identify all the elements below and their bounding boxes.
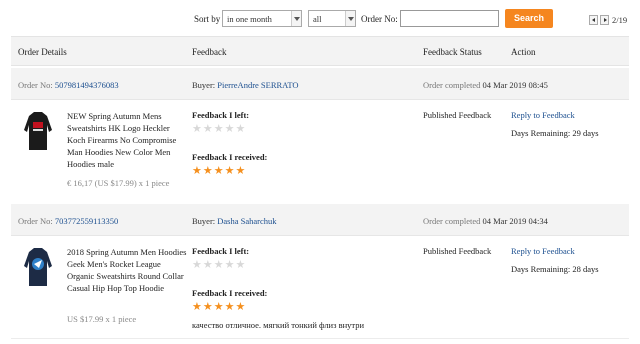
order-no-input[interactable] [400,10,499,27]
order-number-link[interactable]: 703772559113350 [55,216,118,226]
feedback-left-label: Feedback I left: [192,246,250,256]
column-header-feedback: Feedback [192,47,227,57]
chevron-down-icon [291,11,301,26]
chevron-down-icon [345,11,355,26]
feedback-received-label: Feedback I received: [192,152,268,162]
reply-to-feedback-link[interactable]: Reply to Feedback [511,110,575,120]
type-select[interactable]: all [308,10,356,27]
buyer-label: Buyer: [192,216,216,226]
days-remaining: Days Remaining: 29 days [511,128,599,138]
column-header-feedback-status: Feedback Status [423,47,482,57]
buyer: Buyer: Dasha Saharchuk [192,216,277,226]
buyer-label: Buyer: [192,80,216,90]
order-number: Order No: 703772559113350 [18,216,118,226]
order-group-header: Order No: 507981494376083 Buyer: PierreA… [11,68,629,100]
sort-by-label: Sort by [194,14,221,24]
column-header-action: Action [511,47,536,57]
buyer-link[interactable]: Dasha Saharchuk [217,216,276,226]
table-header: Order Details Feedback Feedback Status A… [11,36,629,66]
order-completed-date: 04 Mar 2019 04:34 [482,216,548,226]
feedback-comment: качество отличное. мягкий тонкий флиз вн… [192,320,365,330]
order-number-label: Order No: [18,216,53,226]
buyer-link[interactable]: PierreAndre SERRATO [217,80,298,90]
feedback-left-stars: ★★★★★ [192,123,247,135]
product-price: € 16,17 (US $17.99) x 1 piece [67,178,170,188]
buyer: Buyer: PierreAndre SERRATO [192,80,299,90]
feedback-received-label: Feedback I received: [192,288,268,298]
table-row: NEW Spring Autumn Mens Sweatshirts HK Lo… [11,100,629,204]
column-header-order-details: Order Details [18,47,67,57]
next-page-icon[interactable] [600,15,609,25]
product-title[interactable]: NEW Spring Autumn Mens Sweatshirts HK Lo… [67,110,189,170]
order-number-link[interactable]: 507981494376083 [55,80,119,90]
order-completed-label: Order completed [423,216,481,226]
product-title[interactable]: 2018 Spring Autumn Men Hoodies Geek Men'… [67,246,189,294]
feedback-received-stars: ★★★★★ [192,301,247,313]
filter-bar: Sort by in one month all Order No: Searc… [0,0,640,36]
search-button[interactable]: Search [505,9,553,28]
order-completed-date: 04 Mar 2019 08:45 [482,80,548,90]
sort-select-value: in one month [227,14,272,24]
order-completed: Order completed 04 Mar 2019 08:45 [423,80,548,90]
order-no-label: Order No: [361,14,398,24]
divider [11,338,629,339]
order-number: Order No: 507981494376083 [18,80,119,90]
product-price: US $17.99 x 1 piece [67,314,137,324]
order-group-header: Order No: 703772559113350 Buyer: Dasha S… [11,204,629,236]
product-thumbnail[interactable] [21,244,55,290]
product-thumbnail[interactable] [21,108,55,154]
feedback-status: Published Feedback [423,110,492,120]
sort-select[interactable]: in one month [222,10,302,27]
feedback-received-stars: ★★★★★ [192,165,247,177]
order-completed: Order completed 04 Mar 2019 04:34 [423,216,548,226]
order-completed-label: Order completed [423,80,481,90]
prev-page-icon[interactable] [589,15,598,25]
days-remaining: Days Remaining: 28 days [511,264,599,274]
feedback-left-label: Feedback I left: [192,110,250,120]
page-indicator: 2/19 [612,15,628,25]
type-select-value: all [313,14,322,24]
feedback-left-stars: ★★★★★ [192,259,247,271]
table-row: 2018 Spring Autumn Men Hoodies Geek Men'… [11,236,629,338]
feedback-status: Published Feedback [423,246,492,256]
reply-to-feedback-link[interactable]: Reply to Feedback [511,246,575,256]
order-number-label: Order No: [18,80,53,90]
